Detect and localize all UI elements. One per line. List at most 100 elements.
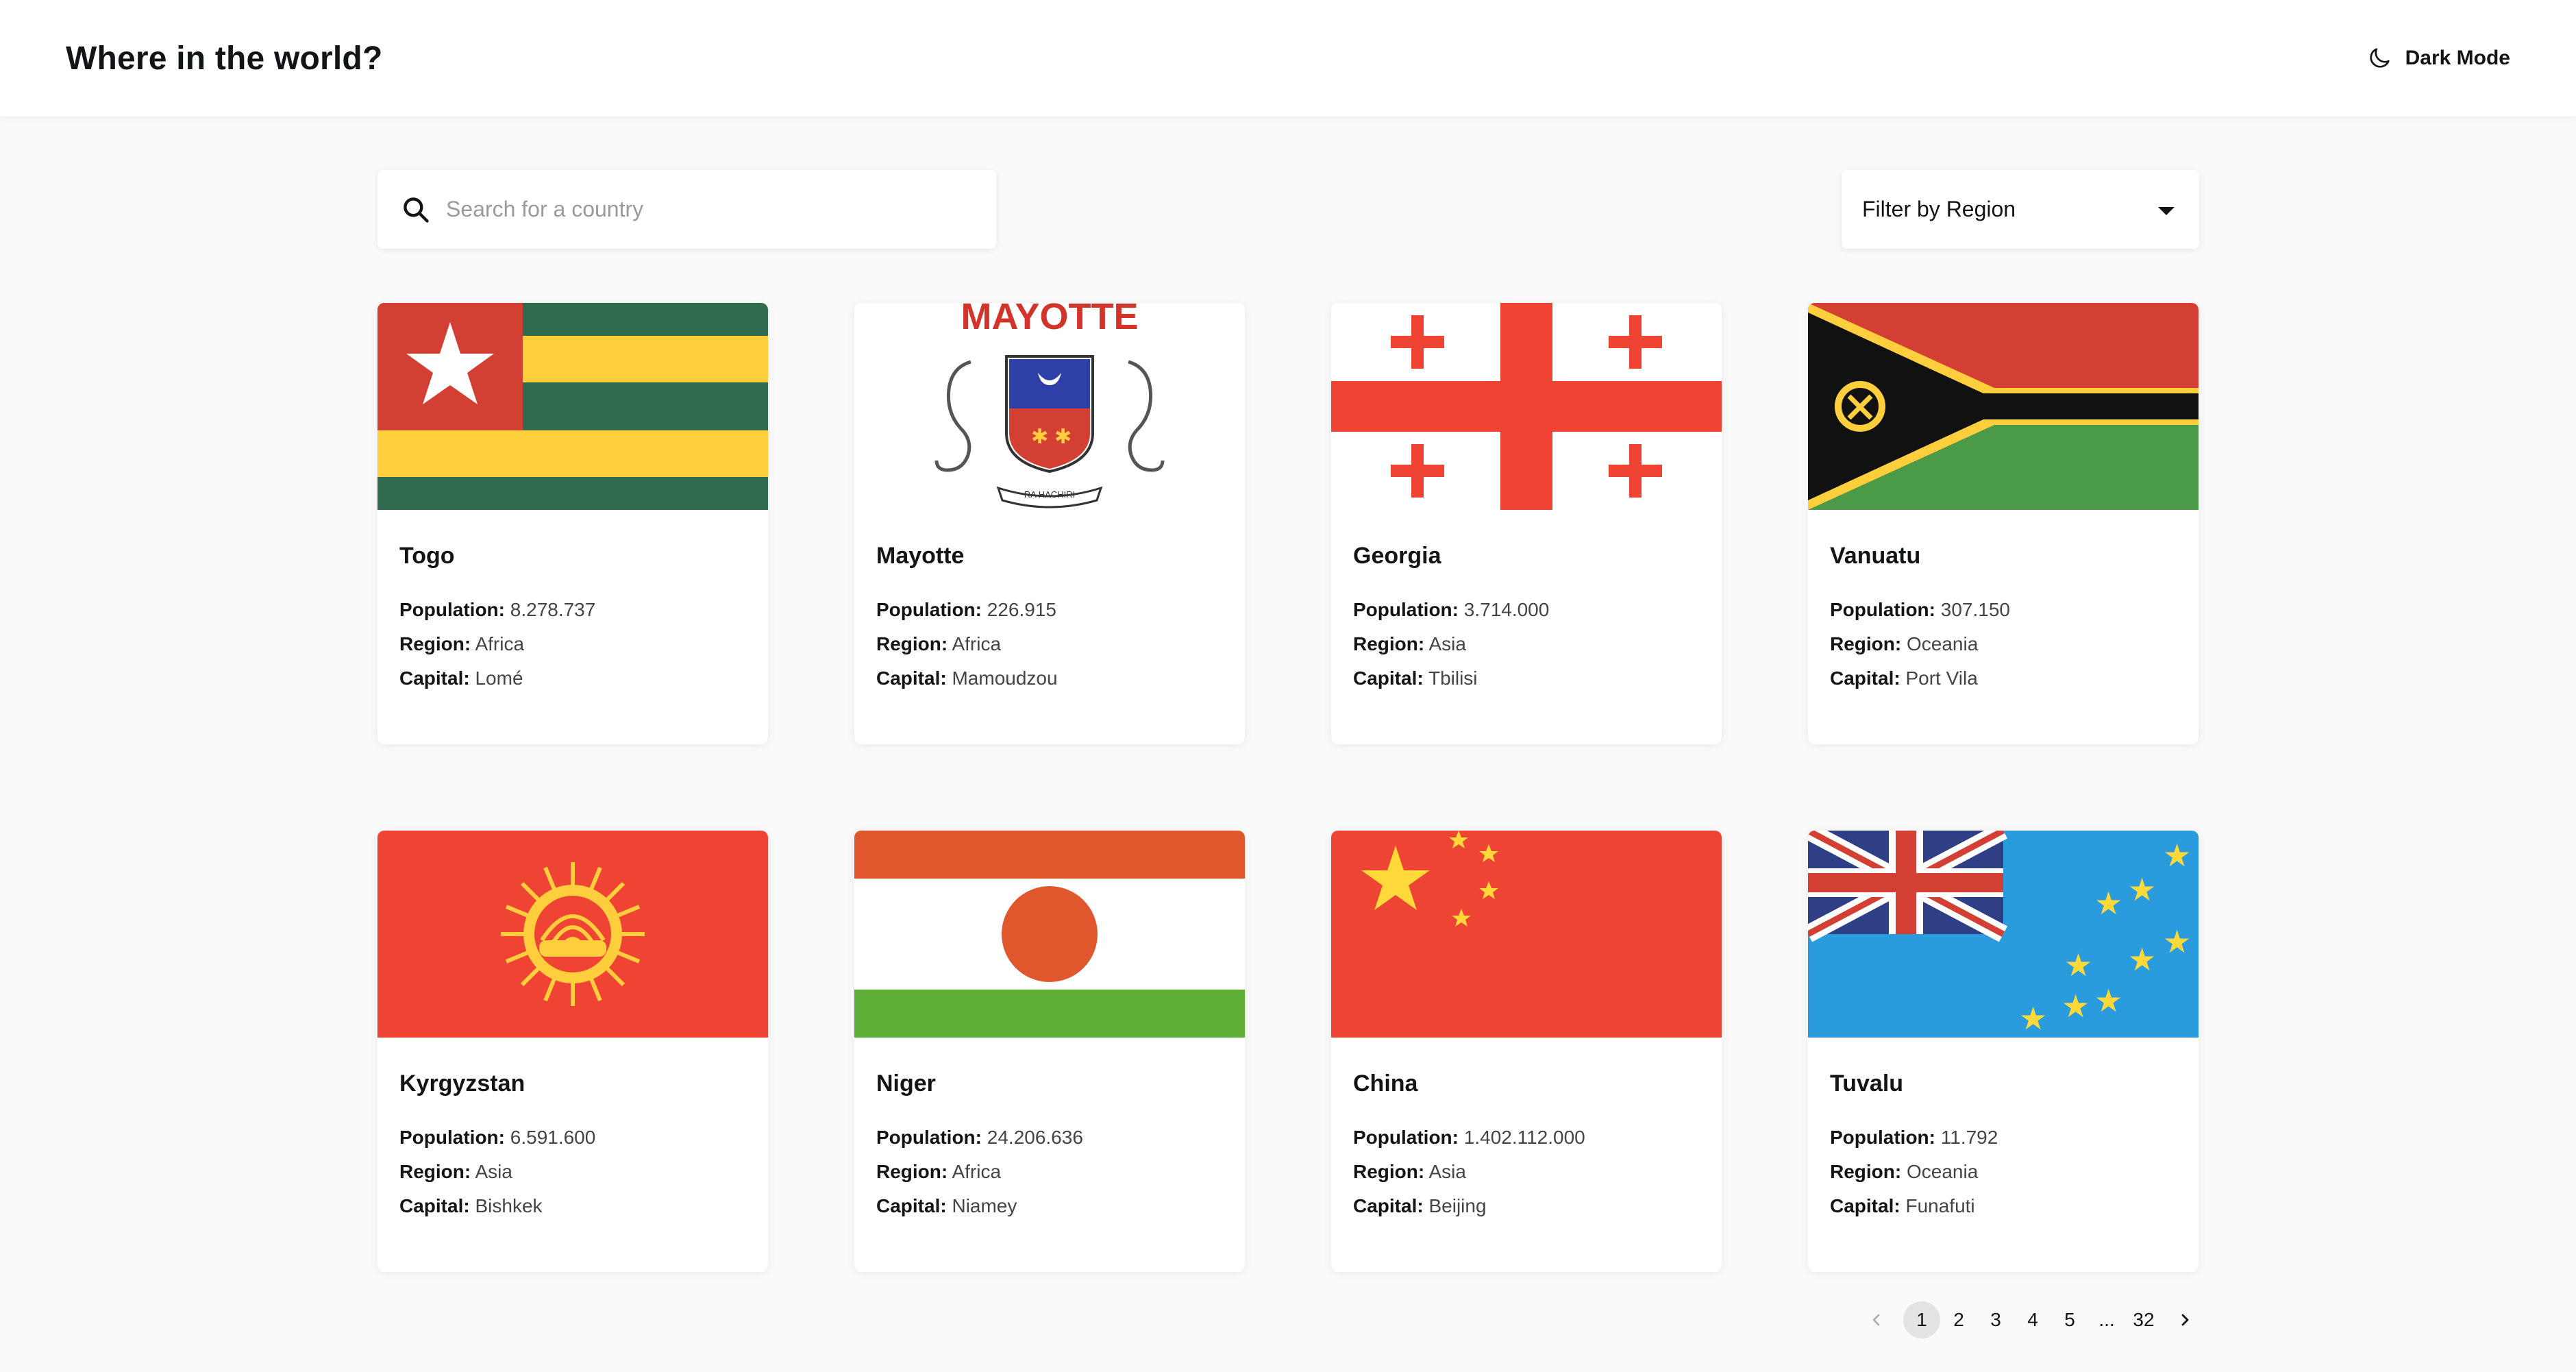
search-icon — [404, 197, 429, 223]
capital-label: Capital: — [1830, 667, 1900, 689]
app-title: Where in the world? — [66, 40, 383, 77]
region-value: Asia — [475, 1161, 512, 1182]
population-label: Population: — [876, 599, 982, 620]
capital-value: Tbilisi — [1428, 667, 1478, 689]
flag-mayotte-motto: RA HACHIRI — [1024, 489, 1075, 500]
region-value: Oceania — [1907, 633, 1979, 654]
flag-georgia — [1331, 303, 1722, 510]
flag-niger — [854, 831, 1245, 1038]
country-card-kyrgyzstan[interactable]: Kyrgyzstan Population: 6.591.600 Region:… — [377, 831, 768, 1272]
prev-page-button[interactable] — [1858, 1301, 1895, 1338]
capital-label: Capital: — [876, 667, 947, 689]
region-value: Asia — [1428, 1161, 1466, 1182]
region-row: Region: Asia — [1353, 1155, 1700, 1189]
capital-value: Port Vila — [1905, 667, 1978, 689]
country-card-china[interactable]: China Population: 1.402.112.000 Region: … — [1331, 831, 1722, 1272]
population-value: 226.915 — [987, 599, 1056, 620]
page-button-5[interactable]: 5 — [2051, 1301, 2088, 1338]
dark-mode-toggle[interactable]: Dark Mode — [2366, 45, 2510, 72]
capital-row: Capital: Lomé — [399, 661, 746, 696]
population-label: Population: — [876, 1127, 982, 1148]
svg-text:✱: ✱ — [1031, 425, 1048, 449]
capital-value: Lomé — [475, 667, 523, 689]
region-row: Region: Asia — [399, 1155, 746, 1189]
region-label: Region: — [1353, 1161, 1425, 1182]
region-row: Region: Africa — [876, 1155, 1223, 1189]
population-label: Population: — [1830, 1127, 1935, 1148]
flag-china — [1331, 831, 1722, 1038]
capital-value: Funafuti — [1905, 1195, 1975, 1216]
region-label: Region: — [1353, 633, 1425, 654]
region-label: Region: — [1830, 633, 1902, 654]
population-value: 1.402.112.000 — [1463, 1127, 1585, 1148]
population-row: Population: 24.206.636 — [876, 1120, 1223, 1155]
capital-label: Capital: — [399, 1195, 470, 1216]
country-card-georgia[interactable]: Georgia Population: 3.714.000 Region: As… — [1331, 303, 1722, 744]
population-row: Population: 3.714.000 — [1353, 593, 1700, 627]
capital-row: Capital: Niamey — [876, 1189, 1223, 1223]
capital-value: Beijing — [1428, 1195, 1487, 1216]
svg-text:★: ★ — [2128, 941, 2156, 978]
population-row: Population: 307.150 — [1830, 593, 2177, 627]
region-value: Asia — [1428, 633, 1466, 654]
capital-label: Capital: — [1353, 667, 1424, 689]
region-row: Region: Africa — [876, 627, 1223, 661]
region-row: Region: Oceania — [1830, 627, 2177, 661]
country-card-tuvalu[interactable]: ★ ★ ★ ★ ★ ★ ★ ★ ★ Tuvalu Population: 11.… — [1808, 831, 2199, 1272]
search-input[interactable] — [446, 197, 967, 222]
svg-text:★: ★ — [2094, 885, 2122, 922]
region-row: Region: Asia — [1353, 627, 1700, 661]
region-label: Region: — [876, 1161, 948, 1182]
svg-text:★: ★ — [2019, 1000, 2047, 1037]
population-value: 6.591.600 — [510, 1127, 596, 1148]
page-button-2[interactable]: 2 — [1940, 1301, 1977, 1338]
page-button-1[interactable]: 1 — [1903, 1301, 1940, 1338]
region-value: Africa — [475, 633, 525, 654]
svg-text:★: ★ — [2163, 837, 2191, 874]
population-label: Population: — [1353, 599, 1459, 620]
page-button-3[interactable]: 3 — [1977, 1301, 2014, 1338]
population-row: Population: 8.278.737 — [399, 593, 746, 627]
country-card-niger[interactable]: Niger Population: 24.206.636 Region: Afr… — [854, 831, 1245, 1272]
population-value: 24.206.636 — [987, 1127, 1083, 1148]
country-name: Kyrgyzstan — [399, 1070, 525, 1097]
population-row: Population: 6.591.600 — [399, 1120, 746, 1155]
flag-tuvalu: ★ ★ ★ ★ ★ ★ ★ ★ ★ — [1808, 831, 2199, 1038]
chevron-left-icon — [1872, 1314, 1880, 1326]
country-card-mayotte[interactable]: MAYOTTE ✱ ✱ RA HACHIRI Mayotte Populatio… — [854, 303, 1245, 744]
capital-value: Mamoudzou — [952, 667, 1058, 689]
page-button-4[interactable]: 4 — [2014, 1301, 2051, 1338]
country-name: Georgia — [1353, 543, 1441, 569]
country-name: Mayotte — [876, 543, 965, 569]
flag-togo — [377, 303, 768, 510]
population-row: Population: 11.792 — [1830, 1120, 2177, 1155]
capital-row: Capital: Bishkek — [399, 1189, 746, 1223]
moon-icon — [2370, 48, 2390, 68]
population-label: Population: — [1830, 599, 1935, 620]
region-label: Region: — [1830, 1161, 1902, 1182]
country-name: Niger — [876, 1070, 936, 1097]
region-row: Region: Oceania — [1830, 1155, 2177, 1189]
flag-kyrgyzstan — [377, 831, 768, 1038]
population-row: Population: 1.402.112.000 — [1353, 1120, 1700, 1155]
caret-down-icon — [2158, 206, 2175, 215]
pagination: 1 2 3 4 5 ... 32 — [1858, 1300, 2203, 1340]
population-value: 8.278.737 — [510, 599, 596, 620]
country-card-vanuatu[interactable]: Vanuatu Population: 307.150 Region: Ocea… — [1808, 303, 2199, 744]
svg-text:★: ★ — [2061, 988, 2090, 1025]
next-page-button[interactable] — [2166, 1301, 2203, 1338]
flag-vanuatu — [1808, 303, 2199, 510]
population-label: Population: — [399, 599, 505, 620]
capital-label: Capital: — [876, 1195, 947, 1216]
app-header: Where in the world? Dark Mode — [0, 0, 2576, 117]
region-filter-dropdown[interactable]: Filter by Region — [1842, 170, 2199, 249]
capital-row: Capital: Mamoudzou — [876, 661, 1223, 696]
capital-label: Capital: — [1830, 1195, 1900, 1216]
capital-label: Capital: — [399, 667, 470, 689]
page-button-32[interactable]: 32 — [2125, 1301, 2162, 1338]
region-filter-label: Filter by Region — [1862, 197, 2016, 221]
chevron-right-icon — [2181, 1314, 2189, 1326]
capital-row: Capital: Funafuti — [1830, 1189, 2177, 1223]
country-card-togo[interactable]: Togo Population: 8.278.737 Region: Afric… — [377, 303, 768, 744]
search-box[interactable] — [377, 170, 996, 249]
